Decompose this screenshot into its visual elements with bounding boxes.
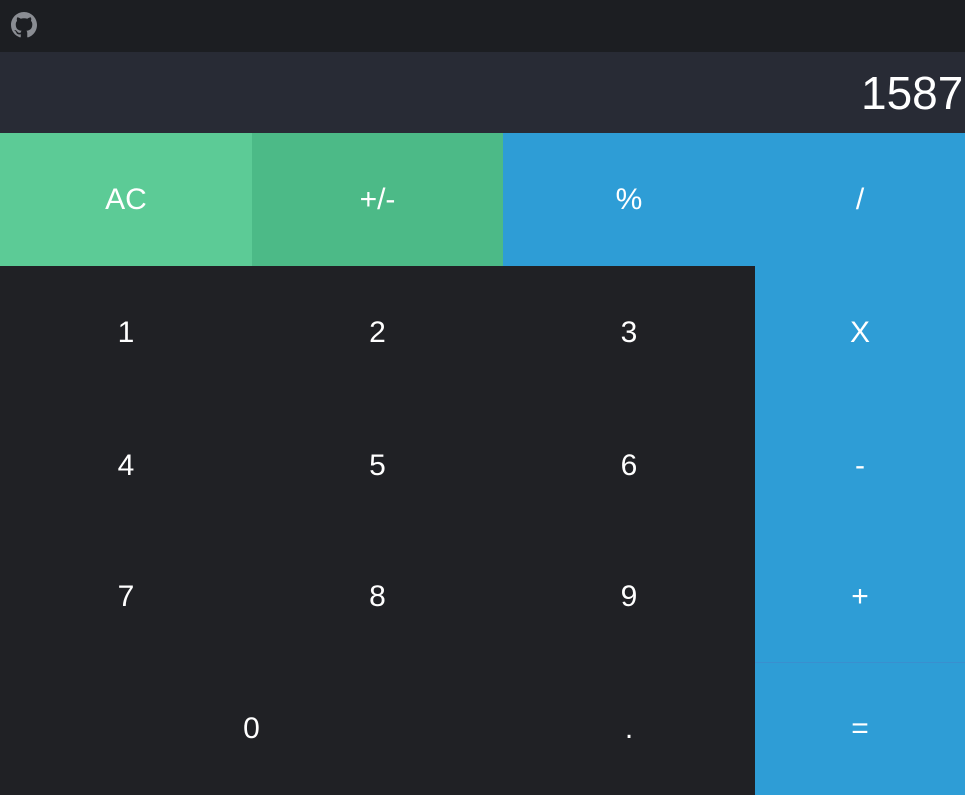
- github-icon[interactable]: [11, 12, 37, 38]
- digit-8-button[interactable]: 8: [252, 532, 503, 662]
- digit-9-button[interactable]: 9: [503, 532, 755, 662]
- percent-button[interactable]: %: [503, 133, 755, 266]
- digit-3-button[interactable]: 3: [503, 266, 755, 399]
- digit-6-button[interactable]: 6: [503, 399, 755, 532]
- digit-7-button[interactable]: 7: [0, 532, 252, 662]
- equals-label: =: [851, 712, 869, 745]
- digit-5-button[interactable]: 5: [252, 399, 503, 532]
- multiply-button[interactable]: X: [755, 266, 965, 399]
- digit-1-button[interactable]: 1: [0, 266, 252, 399]
- digit-0-button[interactable]: 0: [0, 662, 503, 795]
- top-bar: [0, 0, 965, 52]
- decimal-point-button[interactable]: .: [503, 662, 755, 795]
- calculator-display: 1587: [0, 52, 965, 133]
- divide-label: /: [855, 182, 865, 216]
- clear-button[interactable]: AC: [0, 133, 252, 266]
- multiply-label: X: [849, 315, 870, 349]
- digit-4-button[interactable]: 4: [0, 399, 252, 532]
- plus-button[interactable]: +: [755, 532, 965, 662]
- divide-button[interactable]: /: [755, 133, 965, 266]
- digit-2-button[interactable]: 2: [252, 266, 503, 399]
- minus-button[interactable]: -: [755, 399, 965, 532]
- equals-button[interactable]: =: [755, 662, 965, 795]
- plus-label: +: [851, 580, 869, 613]
- toggle-sign-button[interactable]: +/-: [252, 133, 503, 266]
- display-value: 1587: [861, 67, 964, 119]
- minus-label: -: [855, 448, 865, 482]
